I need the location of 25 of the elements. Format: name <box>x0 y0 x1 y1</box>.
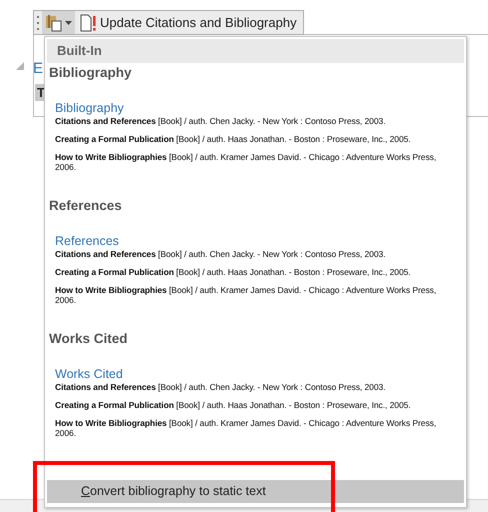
gallery-category-header: Built-In <box>47 39 464 63</box>
bibliography-dropdown-button[interactable] <box>42 11 75 34</box>
document-warning-icon <box>79 14 97 32</box>
citation-entry: Citations and References [Book] / auth. Chen Jacky. - New York : Contoso Press, 2003. <box>55 382 386 392</box>
collapse-triangle-icon[interactable] <box>16 62 24 70</box>
document-heading: E <box>33 60 44 78</box>
preview-title: Works Cited <box>55 366 124 382</box>
citation-entry: Creating a Formal Publication [Book] / auth. Haas Jonathan. - Boston : Proseware, Inc., 2005. <box>55 134 412 144</box>
gallery-section-heading: Bibliography <box>49 64 133 82</box>
clipboard-document-icon <box>45 14 63 32</box>
preview-title: Bibliography <box>55 100 125 116</box>
citation-entry: Creating a Formal Publication [Book] / auth. Haas Jonathan. - Boston : Proseware, Inc., 2005. <box>55 267 412 277</box>
grip-icon[interactable] <box>36 14 40 30</box>
citation-entry: Citations and References [Book] / auth. Chen Jacky. - New York : Contoso Press, 2003. <box>55 116 386 126</box>
citation-entry: How to Write Bibliographies [Book] / auth. Kramer James David. - Chicago : Adventure Works Press, 2006. <box>55 418 438 438</box>
convert-to-static-text-menu-item[interactable]: Convert bibliography to static text <box>47 480 464 503</box>
citation-entry: Creating a Formal Publication [Book] / auth. Haas Jonathan. - Boston : Proseware, Inc., 2005. <box>55 400 412 410</box>
caret-icon <box>65 20 72 24</box>
preview-title: References <box>55 233 120 249</box>
gallery-section-heading: References <box>49 197 123 215</box>
citation-entry: How to Write Bibliographies [Book] / auth. Kramer James David. - Chicago : Adventure Works Press, 2006. <box>55 285 438 305</box>
citation-entry: How to Write Bibliographies [Book] / auth. Kramer James David. - Chicago : Adventure Works Press, 2006. <box>55 152 438 172</box>
citation-entry: Citations and References [Book] / auth. Chen Jacky. - New York : Contoso Press, 2003. <box>55 249 386 259</box>
update-button[interactable]: Update Citations and Bibliography <box>77 12 299 32</box>
gallery-section-heading: Works Cited <box>49 330 129 348</box>
